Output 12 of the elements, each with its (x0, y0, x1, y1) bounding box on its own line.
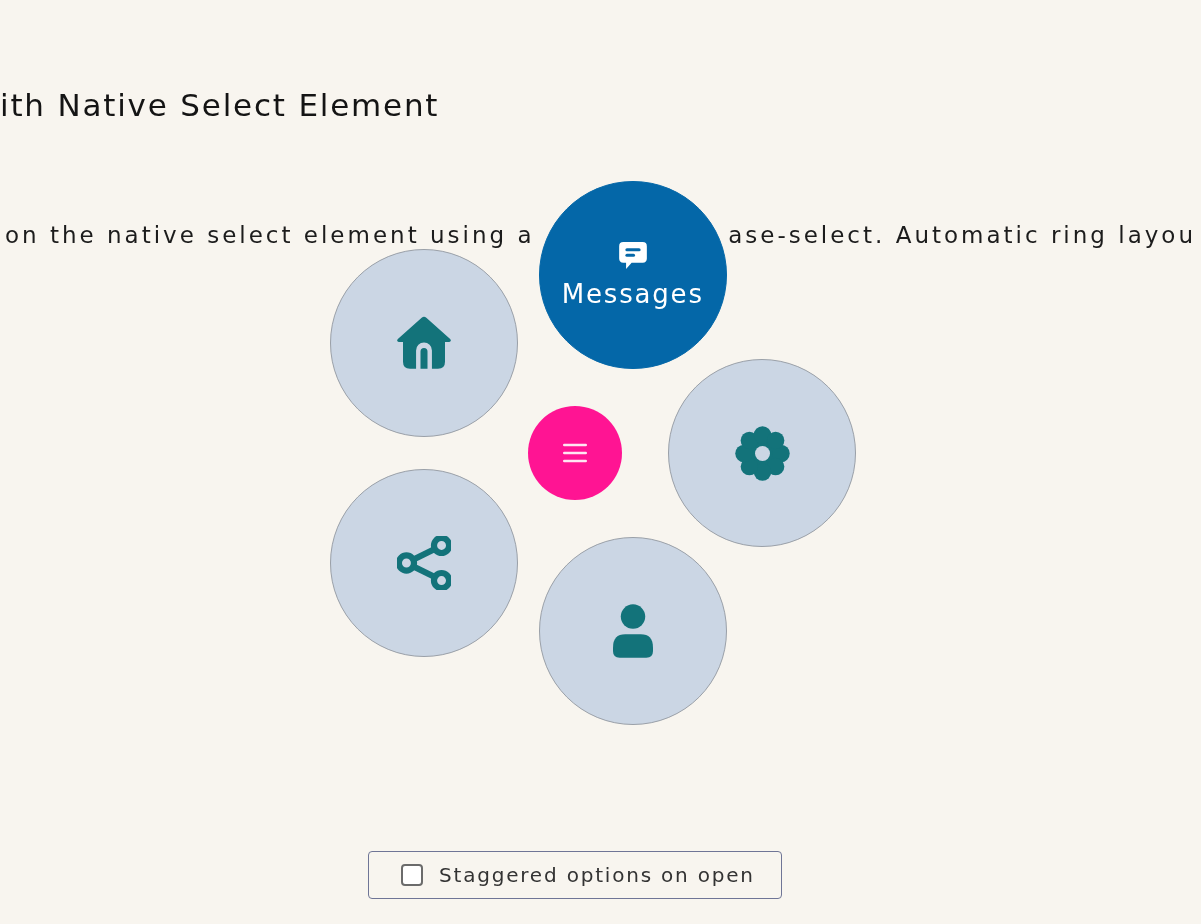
description-text: on the native select element using a (5, 223, 535, 247)
gear-icon (734, 425, 790, 481)
chat-bubble-icon (618, 241, 647, 269)
description-text: ase-select. Automatic ring layou (728, 223, 1196, 247)
menu-icon (563, 443, 587, 463)
messages-button[interactable]: Messages (538, 181, 727, 370)
home-icon (395, 315, 452, 372)
person-icon (612, 603, 653, 658)
stagger-toggle[interactable]: Staggered options on open (368, 851, 782, 899)
checkbox[interactable] (401, 864, 423, 886)
share-icon (396, 535, 451, 590)
page-heading: ith Native Select Element (0, 86, 440, 124)
